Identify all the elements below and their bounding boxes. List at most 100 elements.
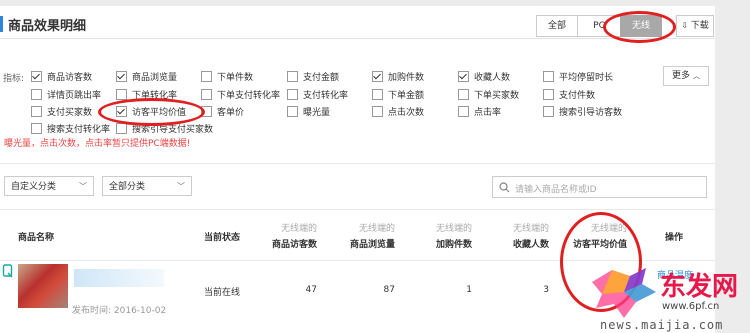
checkbox[interactable] <box>31 123 42 134</box>
header-accent-bar <box>0 16 3 32</box>
checkbox[interactable] <box>372 89 383 100</box>
checkbox[interactable] <box>116 123 127 134</box>
metric-checkbox[interactable]: 平均停留时长 <box>543 70 613 83</box>
metric-label: 客单价 <box>217 108 245 118</box>
tab-all[interactable]: 全部 <box>536 15 578 37</box>
checkbox-checked[interactable] <box>31 71 42 82</box>
col-metric[interactable]: 无线端的 商品浏览量 <box>338 221 395 250</box>
metric-label: 支付转化率 <box>303 91 349 101</box>
metric-label: 点击率 <box>474 108 502 118</box>
metric-checkbox[interactable]: 搜索支付转化率 <box>31 122 110 135</box>
device-icon <box>2 264 13 278</box>
metric-label: 下单支付转化率 <box>217 91 281 101</box>
metric-checkbox[interactable]: 支付买家数 <box>31 105 92 118</box>
checkbox[interactable] <box>287 106 298 117</box>
metric-checkbox[interactable]: 支付金额 <box>287 70 339 83</box>
metric-checkbox[interactable]: 下单件数 <box>201 70 253 83</box>
col-metric[interactable]: 无线端的 加购件数 <box>422 221 472 250</box>
col-action: 操作 <box>665 233 684 243</box>
watermark-bull-logo <box>592 268 656 318</box>
checkbox-checked[interactable] <box>458 71 469 82</box>
download-icon: ⇩ <box>681 21 688 30</box>
metric-checkbox[interactable]: 加购件数 <box>372 70 424 83</box>
checkbox[interactable] <box>116 89 127 100</box>
cell-visitors: 47 <box>305 285 317 295</box>
col-status: 当前状态 <box>204 233 241 243</box>
checkbox-checked[interactable] <box>116 71 127 82</box>
watermark-news: news.maijia.com <box>600 318 724 332</box>
col-metric[interactable]: 无线端的 商品访客数 <box>262 221 317 250</box>
metric-checkbox[interactable]: 支付转化率 <box>287 88 348 101</box>
cell-cart-adds: 1 <box>466 285 472 295</box>
metric-label: 商品访客数 <box>47 73 93 83</box>
metric-label: 收藏人数 <box>474 73 511 83</box>
all-category-select[interactable]: 全部分类 ﹀ <box>102 176 192 196</box>
metric-checkbox[interactable]: 点击率 <box>458 105 501 118</box>
download-label: 下载 <box>690 21 709 31</box>
cell-favorites: 3 <box>543 285 549 295</box>
divider <box>0 163 715 164</box>
metric-label: 下单金额 <box>388 91 425 101</box>
more-button[interactable]: 更多 ︿ <box>663 66 709 86</box>
search-input[interactable]: 请输入商品名称或ID <box>492 176 707 198</box>
search-icon <box>499 182 510 193</box>
cell-pageviews: 87 <box>383 285 395 295</box>
publish-time: 发布时间: 2016-10-02 <box>72 306 167 316</box>
product-thumbnail[interactable] <box>18 264 68 308</box>
metric-label: 加购件数 <box>388 73 425 83</box>
metric-label: 搜索支付转化率 <box>47 125 111 135</box>
metric-label: 点击次数 <box>388 108 425 118</box>
metric-checkbox[interactable]: 商品浏览量 <box>116 70 177 83</box>
metric-checkbox[interactable]: 点击次数 <box>372 105 424 118</box>
search-placeholder: 请输入商品名称或ID <box>515 185 597 195</box>
checkbox[interactable] <box>201 89 212 100</box>
checkbox[interactable] <box>458 89 469 100</box>
download-button[interactable]: ⇩ 下载 <box>676 15 714 37</box>
metric-checkbox[interactable]: 支付件数 <box>543 88 595 101</box>
watermark-brand: 东发网 <box>660 272 739 302</box>
checkbox[interactable] <box>31 106 42 117</box>
status-text: 当前在线 <box>204 288 241 298</box>
metric-label: 支付金额 <box>303 73 340 83</box>
metric-checkbox[interactable]: 下单买家数 <box>458 88 519 101</box>
col-product-name: 商品名称 <box>18 233 55 243</box>
checkbox[interactable] <box>543 71 554 82</box>
custom-category-select[interactable]: 自定义分类 ﹀ <box>4 176 94 196</box>
checkbox[interactable] <box>458 106 469 117</box>
chevron-down-icon: ﹀ <box>79 182 87 191</box>
watermark-url: www.6pf.cn <box>662 301 720 312</box>
metric-label: 平均停留时长 <box>559 73 614 83</box>
select-value: 全部分类 <box>109 182 146 192</box>
metric-label: 搜索引导访客数 <box>559 108 623 118</box>
checkbox[interactable] <box>201 71 212 82</box>
metric-checkbox[interactable]: 详情页跳出率 <box>31 88 101 101</box>
metric-checkbox[interactable]: 收藏人数 <box>458 70 510 83</box>
select-value: 自定义分类 <box>11 182 57 192</box>
metrics-label: 指标: <box>3 74 25 84</box>
metric-label: 支付件数 <box>559 91 596 101</box>
metric-label: 下单买家数 <box>474 91 520 101</box>
metric-checkbox[interactable]: 商品访客数 <box>31 70 92 83</box>
metric-checkbox[interactable]: 搜索引导访客数 <box>543 105 622 118</box>
metric-checkbox[interactable]: 曝光量 <box>287 105 330 118</box>
metric-label: 商品浏览量 <box>132 73 178 83</box>
metric-label: 下单件数 <box>217 73 254 83</box>
checkbox[interactable] <box>287 71 298 82</box>
metric-checkbox[interactable]: 客单价 <box>201 105 244 118</box>
checkbox[interactable] <box>543 106 554 117</box>
checkbox[interactable] <box>287 89 298 100</box>
checkbox[interactable] <box>372 106 383 117</box>
metric-label: 曝光量 <box>303 108 331 118</box>
checkbox[interactable] <box>31 89 42 100</box>
highlight-circle <box>603 11 676 43</box>
more-label: 更多 <box>672 71 691 81</box>
checkbox[interactable] <box>543 89 554 100</box>
metric-label: 详情页跳出率 <box>47 91 102 101</box>
checkbox-checked[interactable] <box>372 71 383 82</box>
metric-checkbox[interactable]: 下单支付转化率 <box>201 88 280 101</box>
product-name-redacted[interactable] <box>74 269 164 287</box>
page-title: 商品效果明细 <box>8 19 87 34</box>
col-metric[interactable]: 无线端的 收藏人数 <box>499 221 549 250</box>
metric-checkbox[interactable]: 下单金额 <box>372 88 424 101</box>
chevron-down-icon: ﹀ <box>177 182 185 191</box>
